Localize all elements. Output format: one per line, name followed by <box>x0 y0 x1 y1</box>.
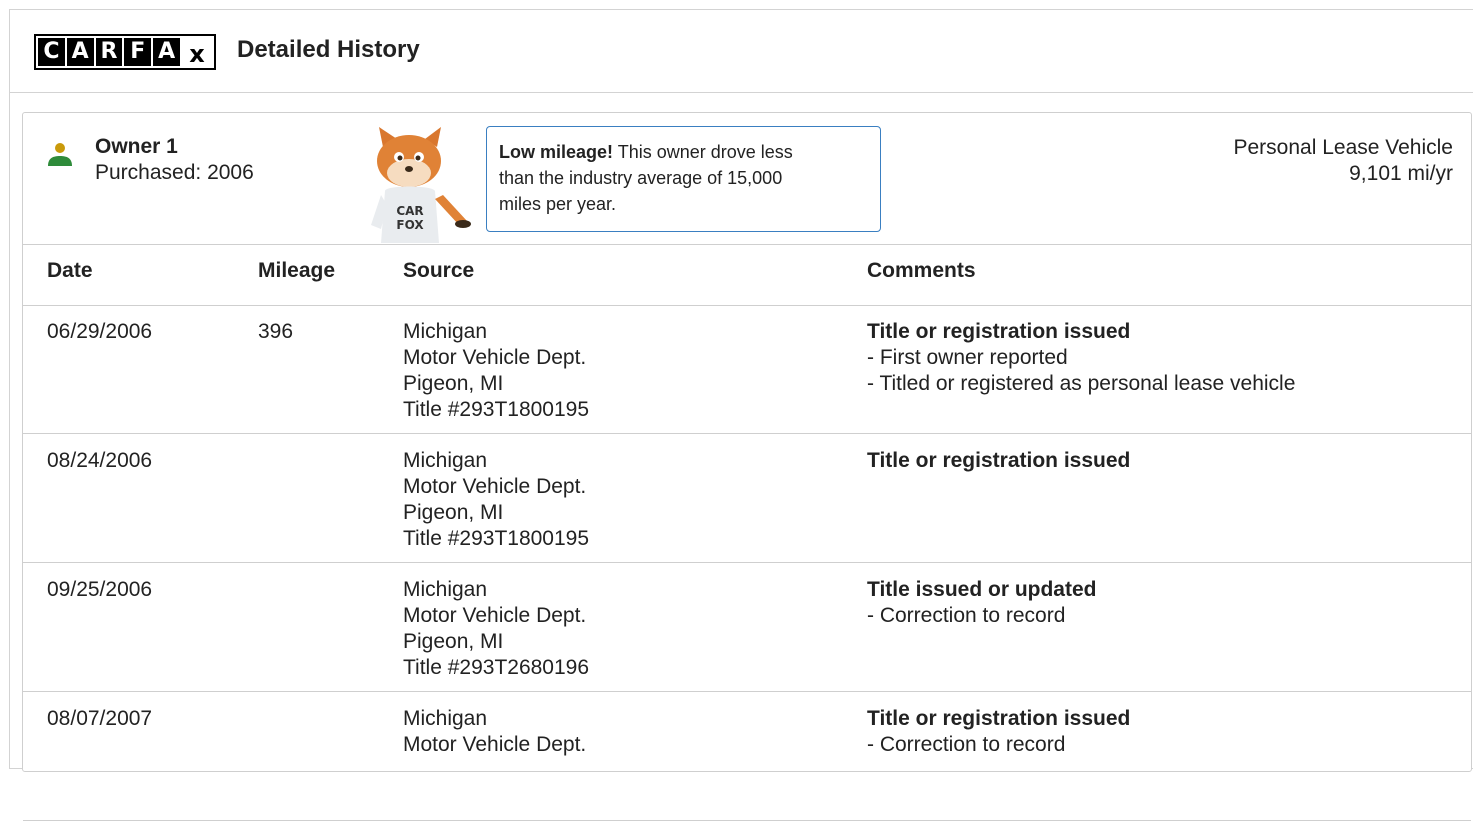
source-line: Michigan <box>403 707 488 730</box>
page-title: Detailed History <box>237 36 420 63</box>
column-header-comments: Comments <box>867 259 976 282</box>
row-source: Michigan Motor Vehicle Dept. Pigeon, MI … <box>403 448 589 552</box>
source-line: Motor Vehicle Dept. <box>403 475 587 498</box>
mileage-rate: 9,101 mi/yr <box>1349 162 1453 185</box>
history-table-header: Date Mileage Source Comments <box>23 244 1471 306</box>
source-line: Title #293T2680196 <box>403 656 590 679</box>
table-row: 06/29/2006 396 Michigan Motor Vehicle De… <box>23 305 1471 434</box>
row-date: 08/24/2006 <box>47 449 153 472</box>
detailed-history-panel: C A R F A x Detailed History Owner 1 Pur… <box>9 9 1473 821</box>
row-source: Michigan Motor Vehicle Dept. <box>403 706 586 758</box>
source-line: Motor Vehicle Dept. <box>403 733 587 756</box>
vehicle-usage: Personal Lease Vehicle 9,101 mi/yr <box>1234 135 1454 187</box>
owner-history-card: Owner 1 Purchased: 2006 CAR FOX Low mile… <box>22 112 1472 821</box>
row-comments: Title or registration issued <box>867 448 1130 474</box>
owner-name: Owner 1 <box>95 135 178 158</box>
source-line: Pigeon, MI <box>403 630 504 653</box>
source-line: Michigan <box>403 578 488 601</box>
comment-title: Title or registration issued <box>867 707 1131 730</box>
comment-item: - Correction to record <box>867 604 1066 627</box>
tip-line: This owner drove less <box>613 142 793 162</box>
panel-header: C A R F A x Detailed History <box>10 10 1473 93</box>
logo-letter: A <box>153 38 180 66</box>
comment-title: Title or registration issued <box>867 449 1131 472</box>
comment-item: - Correction to record <box>867 733 1066 756</box>
row-source: Michigan Motor Vehicle Dept. Pigeon, MI … <box>403 319 589 423</box>
comment-item: - First owner reported <box>867 346 1068 369</box>
tip-line: miles per year. <box>499 194 617 214</box>
row-comments: Title issued or updated - Correction to … <box>867 577 1096 629</box>
column-header-date: Date <box>47 259 93 282</box>
logo-letter-x: x <box>181 38 212 66</box>
table-row: 08/07/2007 Michigan Motor Vehicle Dept. … <box>23 692 1471 821</box>
comment-item: - Titled or registered as personal lease… <box>867 372 1296 395</box>
carfax-logo: C A R F A x <box>34 34 216 70</box>
logo-letter: A <box>66 38 94 66</box>
row-date: 06/29/2006 <box>47 320 153 343</box>
logo-letter: C <box>38 38 65 66</box>
column-header-source: Source <box>403 259 475 282</box>
row-comments: Title or registration issued - First own… <box>867 319 1295 397</box>
comment-title: Title issued or updated <box>867 578 1097 601</box>
carfox-mascot-icon: CAR FOX <box>371 127 471 243</box>
source-line: Motor Vehicle Dept. <box>403 604 587 627</box>
owner-purchased: Purchased: 2006 <box>95 161 254 184</box>
vehicle-type: Personal Lease Vehicle <box>1233 136 1454 159</box>
row-date: 08/07/2007 <box>47 707 153 730</box>
shirt-text-car: CAR <box>396 204 423 218</box>
history-table-body: 06/29/2006 396 Michigan Motor Vehicle De… <box>23 305 1471 821</box>
comment-title: Title or registration issued <box>867 320 1131 343</box>
row-mileage: 396 <box>258 320 294 343</box>
tip-highlight: Low mileage! <box>499 142 614 162</box>
table-row: 09/25/2006 Michigan Motor Vehicle Dept. … <box>23 563 1471 692</box>
source-line: Title #293T1800195 <box>403 398 590 421</box>
person-icon <box>48 143 72 166</box>
source-line: Pigeon, MI <box>403 501 504 524</box>
logo-letter: F <box>124 38 152 66</box>
tip-line: than the industry average of 15,000 <box>499 168 783 188</box>
source-line: Pigeon, MI <box>403 372 504 395</box>
table-row: 08/24/2006 Michigan Motor Vehicle Dept. … <box>23 434 1471 563</box>
source-line: Michigan <box>403 449 488 472</box>
logo-letter: R <box>95 38 123 66</box>
row-comments: Title or registration issued - Correctio… <box>867 706 1130 758</box>
column-header-mileage: Mileage <box>258 259 336 282</box>
row-source: Michigan Motor Vehicle Dept. Pigeon, MI … <box>403 577 589 681</box>
shirt-text-fox: FOX <box>396 218 424 232</box>
source-line: Michigan <box>403 320 488 343</box>
row-date: 09/25/2006 <box>47 578 153 601</box>
source-line: Title #293T1800195 <box>403 527 590 550</box>
low-mileage-tip: Low mileage! This owner drove less than … <box>486 126 881 232</box>
source-line: Motor Vehicle Dept. <box>403 346 587 369</box>
